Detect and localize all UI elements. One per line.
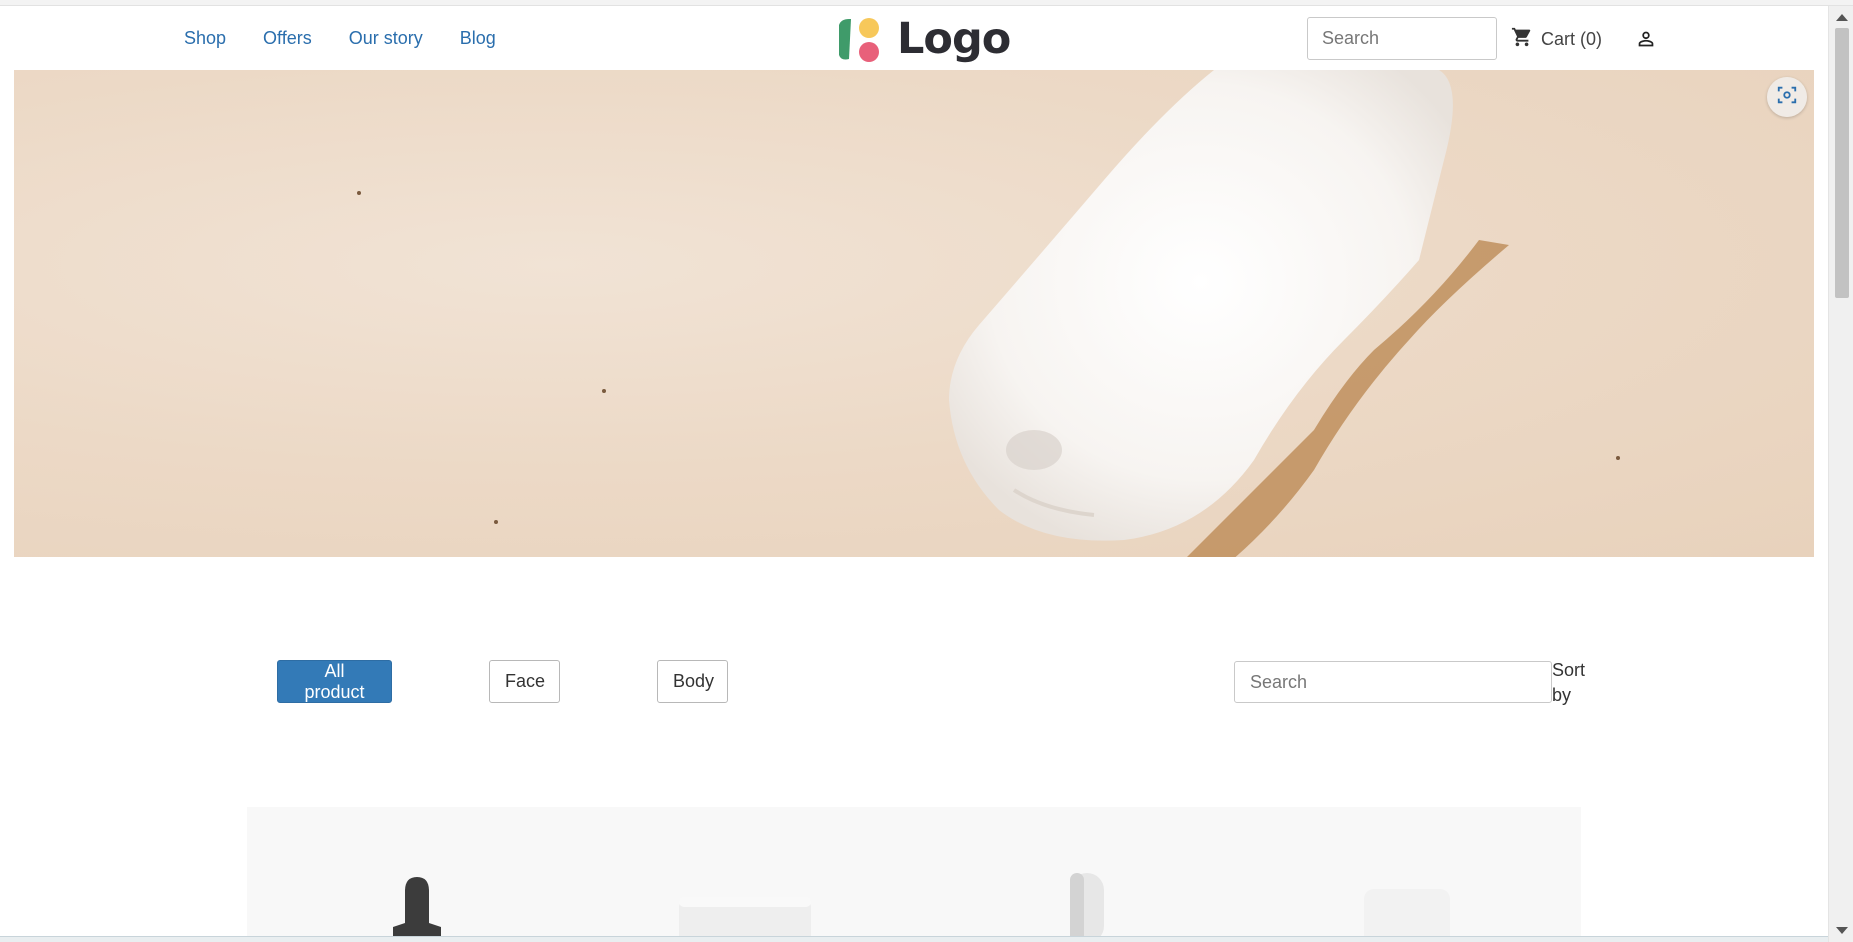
product-grid	[247, 807, 1581, 942]
filter-body-button[interactable]: Body	[657, 660, 728, 703]
filter-all-product-button[interactable]: All product	[277, 660, 392, 703]
product-filter-bar: All product Face Body Sort by	[0, 660, 1828, 705]
sort-by-dropdown[interactable]: Sort by	[1552, 658, 1592, 708]
nav-our-story[interactable]: Our story	[349, 28, 423, 49]
product-search-input[interactable]	[1234, 661, 1552, 703]
cart-icon	[1511, 26, 1533, 53]
hero-banner-image	[14, 70, 1814, 557]
scroll-up-arrow-icon[interactable]	[1836, 14, 1848, 21]
cream-swatch-image	[357, 70, 1620, 557]
visual-search-button[interactable]	[1767, 77, 1807, 117]
site-logo[interactable]: Logo	[835, 14, 1011, 64]
cart-button[interactable]: Cart (0)	[1511, 26, 1602, 53]
product-pump-bottle-image[interactable]	[1062, 871, 1112, 942]
header-search-input[interactable]	[1307, 17, 1497, 60]
logo-text: Logo	[897, 14, 1011, 64]
user-icon	[1635, 31, 1657, 54]
cart-label: Cart (0)	[1541, 29, 1603, 49]
window-bottom-edge	[0, 936, 1828, 942]
product-jar-image[interactable]	[677, 893, 817, 942]
logo-mark-icon	[835, 15, 889, 63]
nav-shop[interactable]: Shop	[184, 28, 226, 49]
scan-icon	[1776, 84, 1798, 111]
nav-blog[interactable]: Blog	[460, 28, 496, 49]
filter-face-button[interactable]: Face	[489, 660, 560, 703]
page-scrollbar[interactable]	[1828, 6, 1853, 942]
main-nav: Shop Offers Our story Blog	[184, 28, 496, 49]
product-dropper-bottle-image[interactable]	[377, 871, 457, 942]
site-header: Shop Offers Our story Blog Logo Cart (0)	[0, 6, 1828, 70]
account-button[interactable]	[1635, 28, 1657, 55]
nav-offers[interactable]: Offers	[263, 28, 312, 49]
product-white-bottle-image[interactable]	[1362, 885, 1452, 942]
scroll-down-arrow-icon[interactable]	[1836, 927, 1848, 934]
scrollbar-thumb[interactable]	[1835, 28, 1849, 298]
